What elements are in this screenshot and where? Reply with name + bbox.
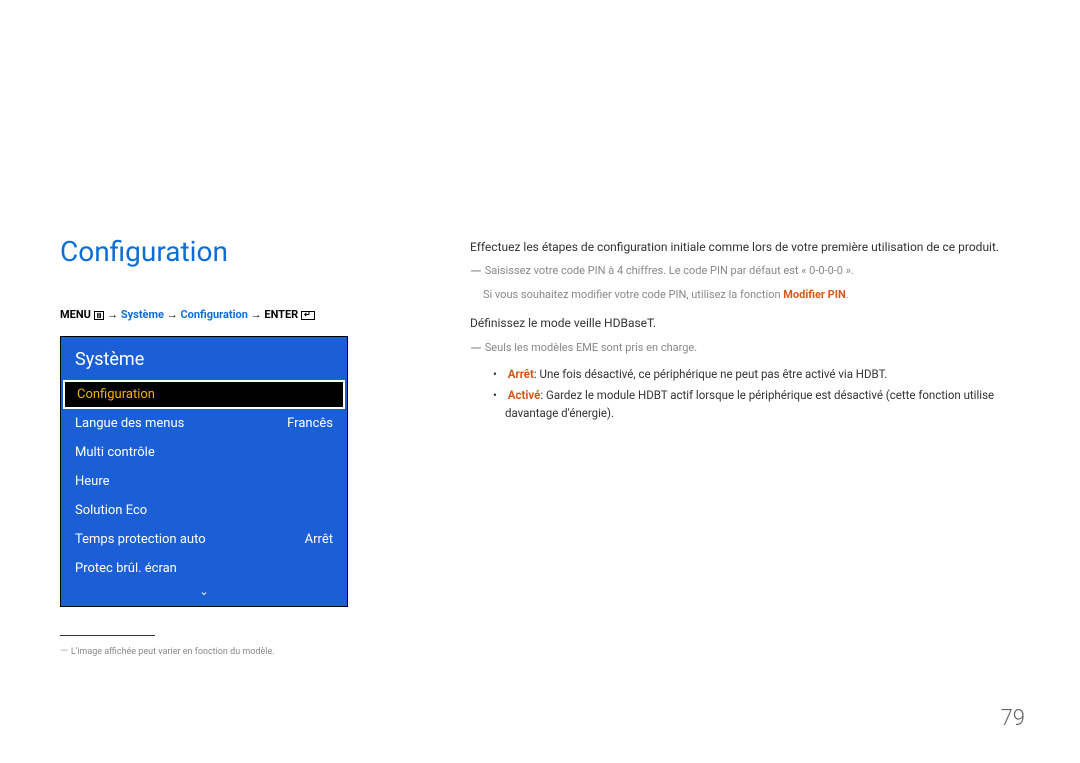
enter-icon (301, 311, 315, 320)
dash-icon: ― (60, 644, 69, 657)
highlight-active: Activé (508, 388, 541, 402)
menu-item-heure[interactable]: Heure (61, 467, 347, 496)
bullet-list: Arrêt: Une fois désactivé, ce périphériq… (470, 365, 1020, 423)
menu-item-label: Solution Eco (75, 503, 147, 518)
menu-item-temps-protection[interactable]: Temps protection auto Arrêt (61, 525, 347, 554)
note-text-pre: Si vous souhaitez modifier votre code PI… (483, 288, 783, 301)
footnote-rule (60, 635, 155, 636)
menu-header: Système (61, 337, 347, 380)
menu-item-label: Heure (75, 474, 110, 489)
breadcrumb-enter: ENTER (264, 308, 298, 321)
note-text-post: . (846, 288, 849, 301)
bullet-active: Activé: Gardez le module HDBT actif lors… (470, 386, 1020, 423)
bullet-arret: Arrêt: Une fois désactivé, ce périphériq… (470, 365, 1020, 383)
page-title: Configuration (60, 235, 350, 268)
page-number: 79 (1001, 706, 1025, 731)
menu-item-label: Configuration (77, 387, 155, 402)
content-body: Effectuez les étapes de configuration in… (470, 235, 1020, 657)
arrow-icon: → (251, 308, 262, 321)
menu-item-label: Langue des menus (75, 416, 184, 431)
breadcrumb-config: Configuration (180, 308, 247, 321)
menu-item-value: Arrêt (305, 532, 333, 547)
highlight-arret: Arrêt (508, 367, 534, 381)
note-eme: ―Seuls les modèles EME sont pris en char… (470, 336, 1020, 360)
chevron-down-icon[interactable]: ⌄ (61, 583, 347, 606)
menu-screen: Système Configuration Langue des menus F… (60, 336, 348, 607)
note-pin: ―Saisissez votre code PIN à 4 chiffres. … (470, 259, 1020, 283)
breadcrumb-system: Système (121, 308, 164, 321)
footnote: ― L'image affichée peut varier en foncti… (60, 644, 350, 657)
dash-icon: ― (470, 262, 482, 280)
breadcrumb-menu: MENU (60, 308, 91, 321)
note-text: Saisissez votre code PIN à 4 chiffres. L… (485, 264, 854, 277)
dash-icon: ― (470, 339, 482, 357)
menu-item-langue[interactable]: Langue des menus Francês (61, 409, 347, 438)
bullet-text: : Gardez le module HDBT actif lorsque le… (505, 388, 994, 420)
note-pin-modify: Si vous souhaitez modifier votre code PI… (483, 285, 1020, 304)
paragraph-hdbaset: Définissez le mode veille HDBaseT. (470, 314, 1020, 333)
note-text: Seuls les modèles EME sont pris en charg… (485, 341, 697, 354)
footnote-text: L'image affichée peut varier en fonction… (71, 647, 275, 657)
menu-item-label: Multi contrôle (75, 445, 155, 460)
menu-item-label: Temps protection auto (75, 532, 206, 547)
highlight-modifier-pin: Modifier PIN (783, 288, 845, 301)
menu-icon: Ⅲ (94, 311, 105, 320)
menu-item-value: Francês (287, 416, 333, 431)
menu-item-multi-controle[interactable]: Multi contrôle (61, 438, 347, 467)
arrow-icon: → (107, 308, 118, 321)
menu-item-solution-eco[interactable]: Solution Eco (61, 496, 347, 525)
bullet-text: : Une fois désactivé, ce périphérique ne… (534, 367, 887, 381)
paragraph-intro: Effectuez les étapes de configuration in… (470, 238, 1020, 257)
breadcrumb: MENU Ⅲ → Système → Configuration → ENTER (60, 308, 350, 321)
arrow-icon: → (167, 308, 178, 321)
menu-item-configuration[interactable]: Configuration (63, 380, 345, 409)
menu-item-protec-brul[interactable]: Protec brûl. écran (61, 554, 347, 583)
menu-item-label: Protec brûl. écran (75, 561, 177, 576)
